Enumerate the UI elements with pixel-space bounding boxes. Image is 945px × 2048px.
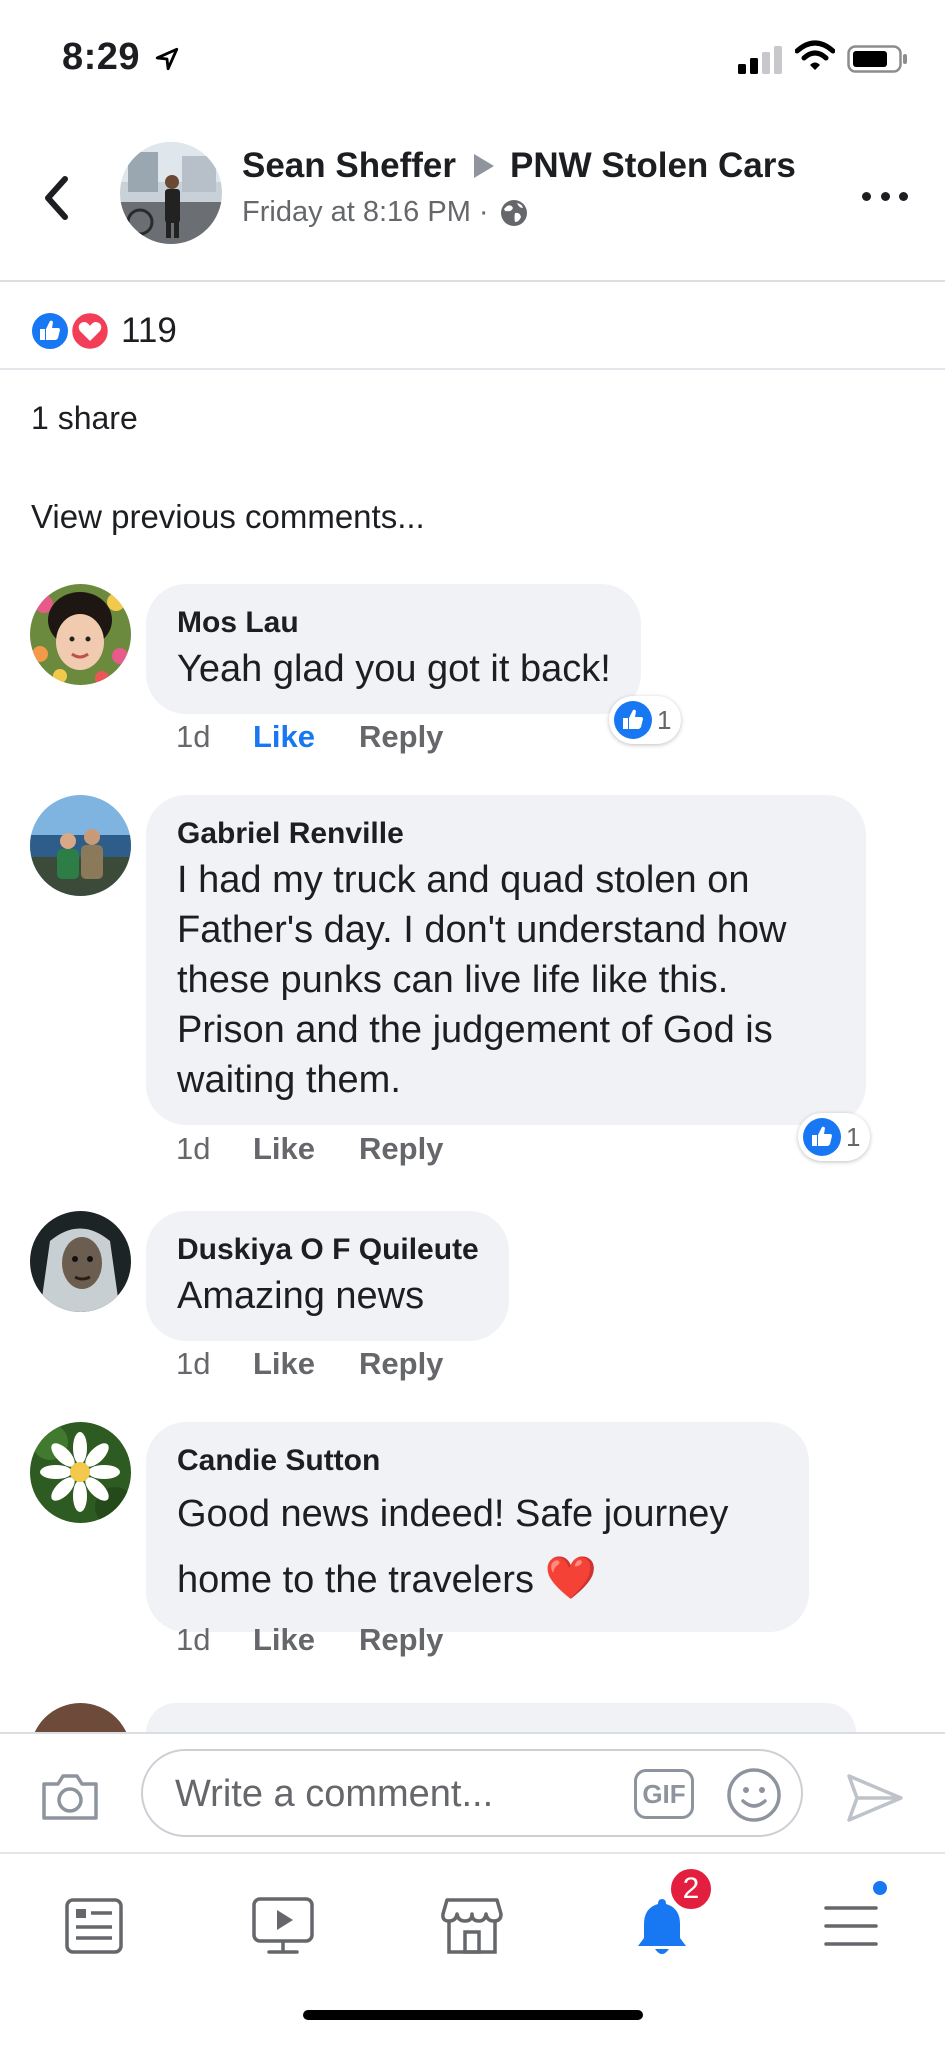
- post-author-name[interactable]: Sean Sheffer: [242, 146, 456, 186]
- globe-icon: [500, 199, 527, 226]
- more-dot: [899, 191, 908, 201]
- avatar-photo: [30, 1211, 131, 1312]
- heart-emoji: ❤️: [544, 1554, 597, 1601]
- comment-bubble[interactable]: Gabriel Renville I had my truck and quad…: [146, 795, 866, 1125]
- comment-author[interactable]: Candie Sutton: [177, 1444, 779, 1478]
- comment-reply-button[interactable]: Reply: [359, 1622, 443, 1658]
- comment-time[interactable]: 1d: [176, 1622, 253, 1658]
- comment-actions: 1d Like Reply: [176, 1622, 443, 1658]
- comment-like-button[interactable]: Like: [253, 719, 359, 755]
- comment-reply-button[interactable]: Reply: [359, 719, 443, 755]
- location-arrow-icon: [155, 47, 179, 71]
- tab-watch[interactable]: [233, 1876, 333, 1976]
- love-reaction-icon: [70, 311, 110, 351]
- comment-text: Amazing news: [177, 1275, 425, 1317]
- camera-icon[interactable]: [40, 1770, 100, 1822]
- gif-button[interactable]: GIF: [634, 1769, 694, 1819]
- comment-text: Good news indeed! Safe journey home to t…: [177, 1482, 779, 1612]
- post-attribution: Sean Sheffer PNW Stolen Cars: [242, 146, 796, 186]
- comment-text-content: Good news indeed! Safe journey home to t…: [177, 1493, 729, 1601]
- comment-author[interactable]: Duskiya O F Quileute: [177, 1233, 479, 1267]
- like-icon: [803, 1118, 841, 1156]
- post-timestamp[interactable]: Friday at 8:16 PM: [242, 196, 471, 229]
- comment-like-count: 1: [657, 704, 672, 735]
- comment-text: I had my truck and quad stolen on Father…: [177, 859, 787, 1101]
- post-meta: Friday at 8:16 PM ·: [242, 196, 529, 229]
- comment-like-badge[interactable]: 1: [798, 1113, 871, 1161]
- comment-actions: 1d Like Reply: [176, 1346, 443, 1382]
- back-button[interactable]: [36, 168, 76, 228]
- more-dot: [862, 191, 871, 201]
- comment-bubble[interactable]: Candie Sutton Good news indeed! Safe jou…: [146, 1422, 809, 1632]
- comment-author[interactable]: Gabriel Renville: [177, 817, 836, 851]
- comment-time[interactable]: 1d: [176, 1346, 253, 1382]
- comment-author[interactable]: Mos Lau: [177, 606, 611, 640]
- watch-video-icon: [252, 1897, 314, 1954]
- comment-like-button[interactable]: Like: [253, 1622, 359, 1658]
- comment-time[interactable]: 1d: [176, 719, 253, 755]
- emoji-icon[interactable]: [726, 1767, 782, 1823]
- post-header: Sean Sheffer PNW Stolen Cars Friday at 8…: [0, 130, 945, 282]
- comment-reply-button[interactable]: Reply: [359, 1346, 443, 1382]
- author-avatar[interactable]: [120, 142, 222, 244]
- more-options-button[interactable]: [862, 188, 908, 204]
- home-indicator[interactable]: [303, 2010, 643, 2020]
- comment-like-badge[interactable]: 1: [609, 696, 682, 744]
- comment-text: Yeah glad you got it back!: [177, 648, 611, 690]
- tab-news-feed[interactable]: [44, 1876, 144, 1976]
- menu-icon: [824, 1906, 878, 1946]
- cellular-signal-icon: [738, 46, 782, 74]
- caret-right-icon: [473, 154, 494, 178]
- menu-notification-dot: [870, 1878, 890, 1898]
- avatar-photo: [30, 584, 131, 685]
- comment-bubble[interactable]: [146, 1703, 856, 1732]
- like-icon: [614, 701, 652, 739]
- more-dot: [880, 191, 890, 201]
- comment-partial: [0, 1703, 945, 1732]
- like-reaction-icon: [30, 311, 70, 351]
- comment-actions: 1d Like Reply: [176, 719, 443, 755]
- wifi-icon: [795, 40, 835, 70]
- comment-bubble[interactable]: Mos Lau Yeah glad you got it back!: [146, 584, 641, 714]
- status-bar: 8:29: [0, 0, 945, 120]
- comment-composer: Write a comment... GIF: [0, 1732, 945, 1850]
- comment-input[interactable]: Write a comment... GIF: [141, 1749, 803, 1837]
- commenter-avatar[interactable]: [30, 1211, 131, 1312]
- commenter-avatar[interactable]: [30, 1422, 131, 1523]
- group-name[interactable]: PNW Stolen Cars: [510, 146, 796, 186]
- comment-like-button[interactable]: Like: [253, 1346, 359, 1382]
- comment-input-placeholder: Write a comment...: [175, 1773, 494, 1815]
- chevron-left-icon: [45, 176, 68, 220]
- commenter-avatar[interactable]: [30, 1703, 131, 1732]
- comment-actions: 1d Like Reply: [176, 1131, 443, 1167]
- status-time: 8:29: [62, 36, 141, 78]
- comment-time[interactable]: 1d: [176, 1131, 253, 1167]
- comment-like-button[interactable]: Like: [253, 1131, 359, 1167]
- send-icon[interactable]: [845, 1770, 905, 1826]
- comment-reply-button[interactable]: Reply: [359, 1131, 443, 1167]
- shares-count[interactable]: 1 share: [31, 400, 138, 437]
- notifications-badge: 2: [668, 1866, 714, 1912]
- avatar-photo: [30, 795, 131, 896]
- reaction-count: 119: [121, 311, 177, 350]
- meta-separator: ·: [478, 196, 489, 228]
- commenter-avatar[interactable]: [30, 584, 131, 685]
- comment-like-count: 1: [846, 1121, 861, 1152]
- reactions-bar[interactable]: 119: [0, 284, 945, 370]
- marketplace-shop-icon: [441, 1898, 503, 1954]
- avatar-photo: [30, 1422, 131, 1523]
- battery-icon: [847, 45, 907, 73]
- author-photo: [120, 142, 222, 244]
- news-feed-icon: [65, 1898, 123, 1954]
- tab-marketplace[interactable]: [422, 1876, 522, 1976]
- comment-bubble[interactable]: Duskiya O F Quileute Amazing news: [146, 1211, 509, 1341]
- commenter-avatar[interactable]: [30, 795, 131, 896]
- view-previous-comments-link[interactable]: View previous comments...: [31, 498, 425, 536]
